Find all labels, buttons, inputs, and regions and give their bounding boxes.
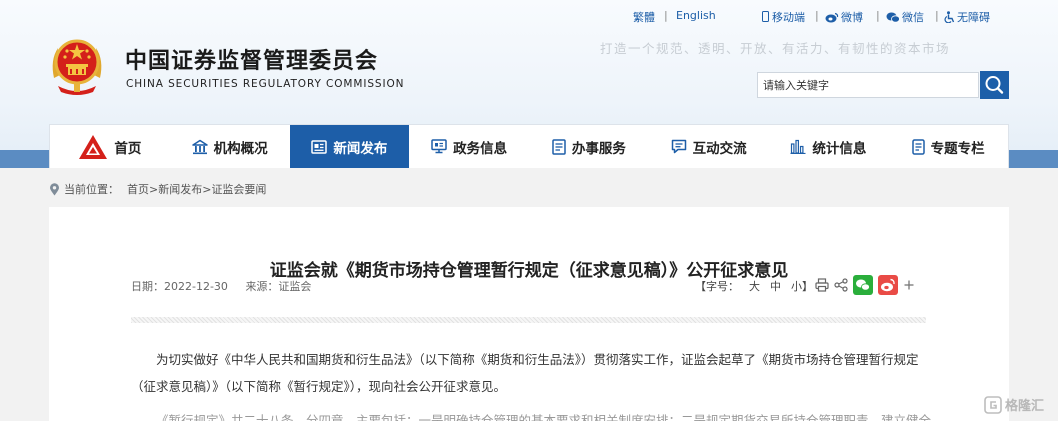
watermark-text: 格隆汇 xyxy=(1005,399,1045,414)
watermark-logo-icon xyxy=(984,395,1002,414)
top-links: 繁體 | English 移动端 | 微博 | 微信 | 无障碍 xyxy=(0,9,1058,25)
nav-news[interactable]: 新闻发布 xyxy=(289,125,410,168)
breadcrumb-csrc-news[interactable]: 证监会要闻 xyxy=(211,183,266,196)
english-link[interactable]: English xyxy=(676,9,716,22)
national-emblem-logo[interactable] xyxy=(48,34,106,98)
article-date: 日期：2022-12-30 xyxy=(131,280,228,293)
wechat-link[interactable]: 微信 xyxy=(886,9,924,25)
mobile-link[interactable]: 移动端 xyxy=(762,9,805,25)
share-icon xyxy=(834,277,848,292)
font-size-label: 【字号： xyxy=(695,280,739,293)
nav-special-topics[interactable]: 专题专栏 xyxy=(888,125,1008,168)
article-source: 来源：证监会 xyxy=(245,280,312,293)
breadcrumb-separator: > xyxy=(149,183,159,196)
accessibility-icon xyxy=(944,11,955,24)
accessibility-link[interactable]: 无障碍 xyxy=(944,9,990,25)
share-toolbar xyxy=(815,274,915,298)
watermark: 格隆汇 xyxy=(984,395,1044,414)
location-pin-icon xyxy=(50,182,59,195)
nav-gov-info[interactable]: 政务信息 xyxy=(409,125,529,168)
separator: | xyxy=(815,9,819,22)
weibo-share-button[interactable] xyxy=(878,274,898,298)
nav-about[interactable]: 机构概况 xyxy=(170,125,290,168)
nav-statistics[interactable]: 统计信息 xyxy=(769,125,889,168)
article-divider xyxy=(131,317,926,323)
csrc-logo-icon xyxy=(79,134,108,159)
nav-home[interactable]: 首页 xyxy=(50,125,170,168)
wechat-share-button[interactable] xyxy=(853,274,873,298)
more-share-button[interactable] xyxy=(903,279,915,294)
bar-chart-icon xyxy=(790,139,806,154)
document-icon xyxy=(552,138,566,155)
site-title: 中国证券监督管理委员会 xyxy=(125,49,379,74)
nav-interaction[interactable]: 互动交流 xyxy=(649,125,769,168)
nav-special-topics-label: 专题专栏 xyxy=(930,140,985,157)
search-button[interactable] xyxy=(980,71,1009,99)
chat-icon xyxy=(671,139,686,154)
weibo-link[interactable]: 微博 xyxy=(825,9,863,25)
font-size-small[interactable]: 小】 xyxy=(791,280,813,293)
font-size-large[interactable]: 大 xyxy=(749,280,760,293)
main-navigation: 首页 机构概况 新闻发布 政务信息 办事服务 互动交流 统计信息 专题专栏 xyxy=(49,124,1009,168)
wechat-icon xyxy=(853,274,873,295)
font-size-medium[interactable]: 中 xyxy=(770,280,781,293)
nav-services[interactable]: 办事服务 xyxy=(529,125,649,168)
building-icon xyxy=(191,139,208,154)
nav-gov-info-label: 政务信息 xyxy=(453,140,508,157)
separator: | xyxy=(935,9,939,22)
wechat-small-icon xyxy=(886,12,900,23)
mobile-icon xyxy=(762,11,769,22)
separator: | xyxy=(876,9,880,22)
search-icon xyxy=(985,76,1004,94)
article-paragraph: 为切实做好《中华人民共和国期货和衍生品法》（以下简称《期货和衍生品法》）贯彻落实… xyxy=(131,352,919,394)
nav-statistics-label: 统计信息 xyxy=(812,140,867,157)
font-size-control: 【字号： 大中小】 xyxy=(695,278,813,294)
nav-home-label: 首页 xyxy=(114,140,142,157)
print-button[interactable] xyxy=(815,277,829,295)
share-button[interactable] xyxy=(834,277,848,295)
traditional-chinese-link[interactable]: 繁體 xyxy=(633,9,655,25)
monitor-icon xyxy=(431,139,447,154)
breadcrumb: 当前位置： 首页>新闻发布>证监会要闻 xyxy=(49,181,266,197)
print-icon xyxy=(815,277,829,292)
breadcrumb-home[interactable]: 首页 xyxy=(127,183,149,196)
nav-interaction-label: 互动交流 xyxy=(692,140,747,157)
notebook-icon xyxy=(911,138,925,155)
separator: | xyxy=(664,9,668,22)
nav-news-label: 新闻发布 xyxy=(333,140,388,157)
breadcrumb-news[interactable]: 新闻发布 xyxy=(158,183,202,196)
article-paragraph: 《暂行规定》共二十八条，分四章，主要包括：一是明确持仓管理的基本要求和相关制度安… xyxy=(156,413,931,421)
nav-about-label: 机构概况 xyxy=(213,140,268,157)
site-slogan: 打造一个规范、透明、开放、有活力、有韧性的资本市场 xyxy=(600,41,951,56)
article-meta: 日期：2022-12-30 来源：证监会 xyxy=(131,278,325,294)
news-icon xyxy=(311,139,328,154)
plus-icon xyxy=(904,280,914,289)
search-input[interactable] xyxy=(757,72,979,98)
site-title-english: CHINA SECURITIES REGULATORY COMMISSION xyxy=(126,78,405,90)
nav-services-label: 办事服务 xyxy=(571,140,626,157)
breadcrumb-prefix: 当前位置： xyxy=(64,183,119,196)
weibo-small-icon xyxy=(825,12,839,23)
weibo-icon xyxy=(878,274,898,295)
